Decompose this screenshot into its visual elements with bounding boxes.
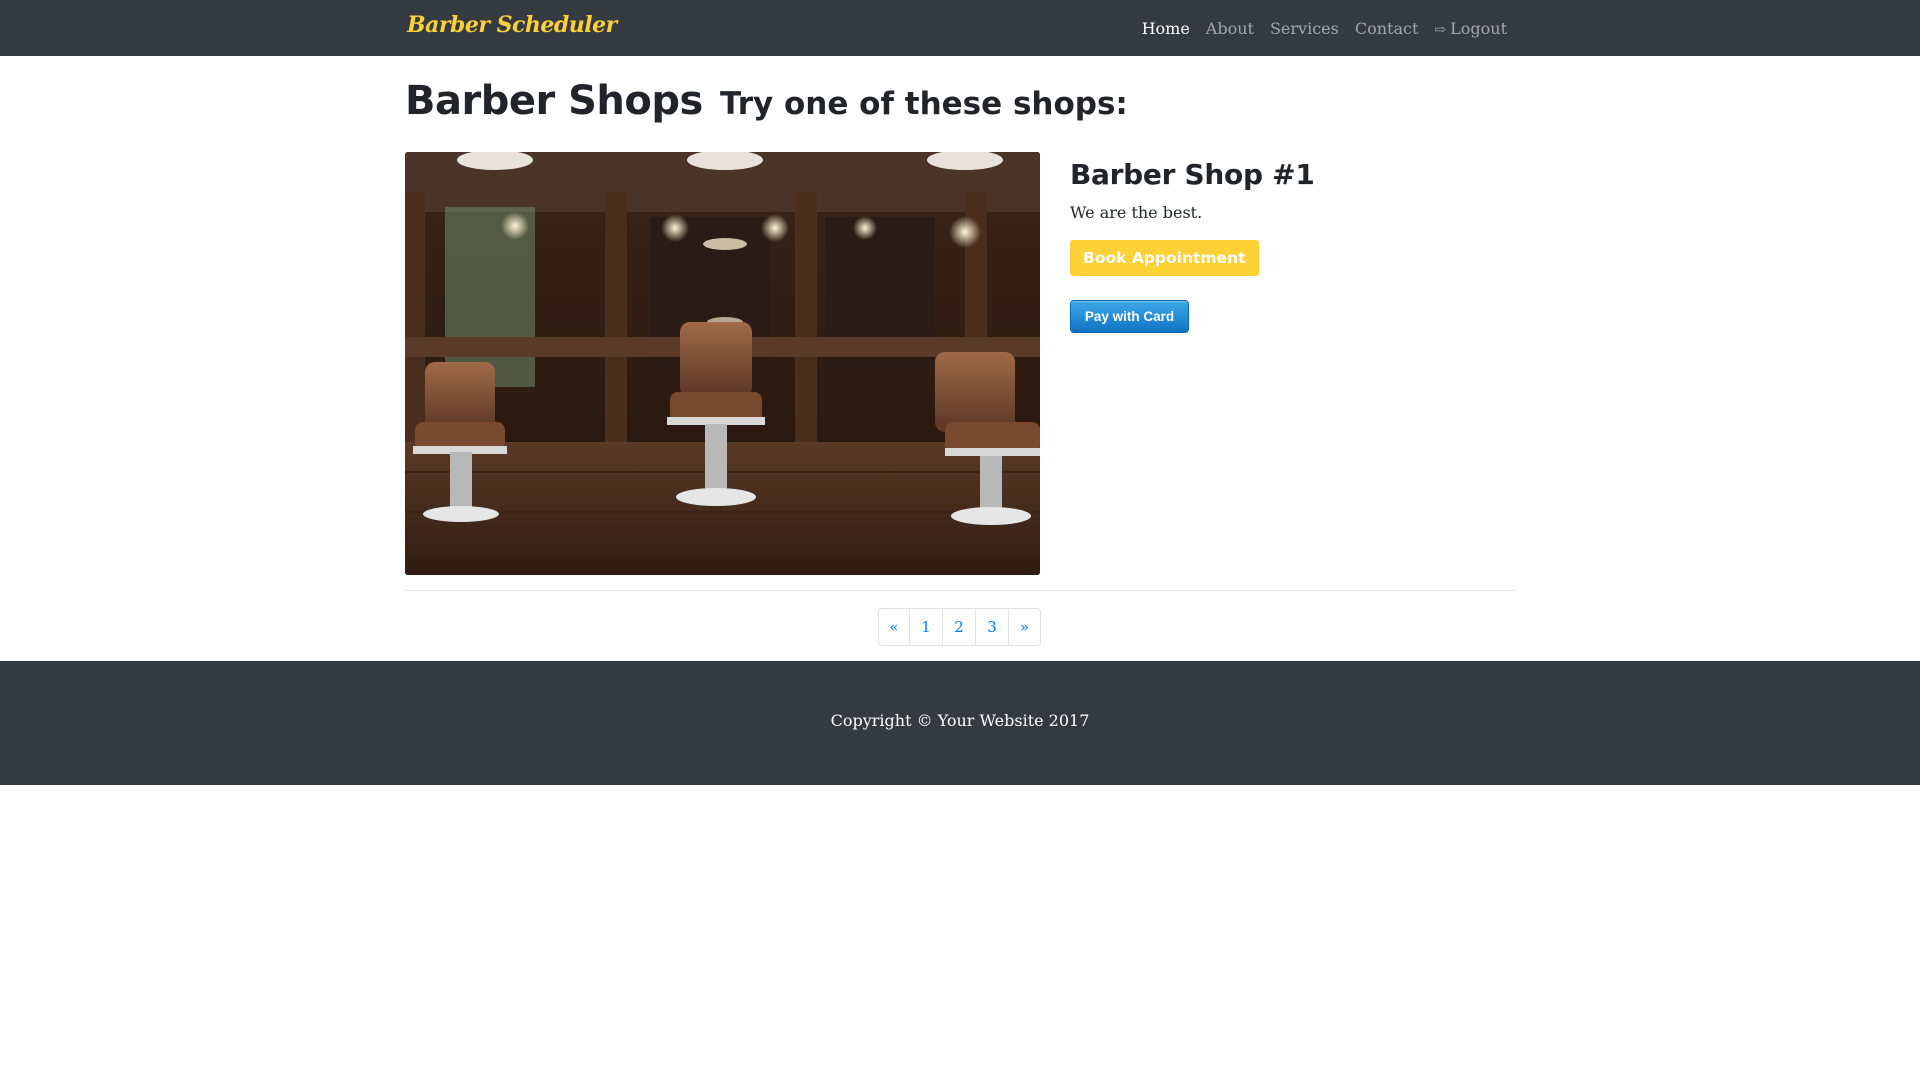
brand-logo[interactable]: Barber Scheduler (407, 12, 617, 38)
nav-contact[interactable]: Contact (1355, 19, 1419, 38)
footer-copyright: Copyright © Your Website 2017 (830, 711, 1090, 730)
book-appointment-button[interactable]: Book Appointment (1070, 240, 1259, 276)
pagination-page-2[interactable]: 2 (942, 608, 976, 646)
divider (405, 590, 1515, 591)
logout-label: Logout (1450, 18, 1507, 38)
nav-links: Home About Services Contact ⇨ Logout (1126, 0, 1507, 56)
pagination-next[interactable]: » (1008, 608, 1041, 646)
page-title: Barber Shops (405, 78, 703, 124)
page-subtitle: Try one of these shops: (719, 86, 1128, 122)
shop-info: Barber Shop #1 We are the best. Book App… (1070, 152, 1510, 333)
nav-about[interactable]: About (1206, 19, 1254, 38)
shop-name: Barber Shop #1 (1070, 158, 1315, 191)
barber-shop-photo (405, 152, 1040, 575)
pagination-page-1[interactable]: 1 (909, 608, 943, 646)
pagination-page-3[interactable]: 3 (975, 608, 1009, 646)
sign-out-icon: ⇨ (1434, 21, 1447, 38)
nav-services[interactable]: Services (1270, 19, 1339, 38)
pagination: « 1 2 3 » (878, 608, 1041, 646)
navbar: Barber Scheduler Home About Services Con… (0, 0, 1920, 56)
pagination-prev[interactable]: « (878, 608, 910, 646)
nav-logout[interactable]: ⇨ Logout (1434, 19, 1507, 38)
navbar-container: Barber Scheduler Home About Services Con… (405, 0, 1515, 56)
pay-with-card-button[interactable]: Pay with Card (1070, 300, 1189, 333)
page-heading: Barber Shops Try one of these shops: (405, 78, 1128, 124)
footer: Copyright © Your Website 2017 (0, 661, 1920, 785)
nav-home[interactable]: Home (1142, 19, 1190, 38)
shop-description: We are the best. (1070, 203, 1203, 222)
shop-image[interactable] (405, 152, 1040, 575)
